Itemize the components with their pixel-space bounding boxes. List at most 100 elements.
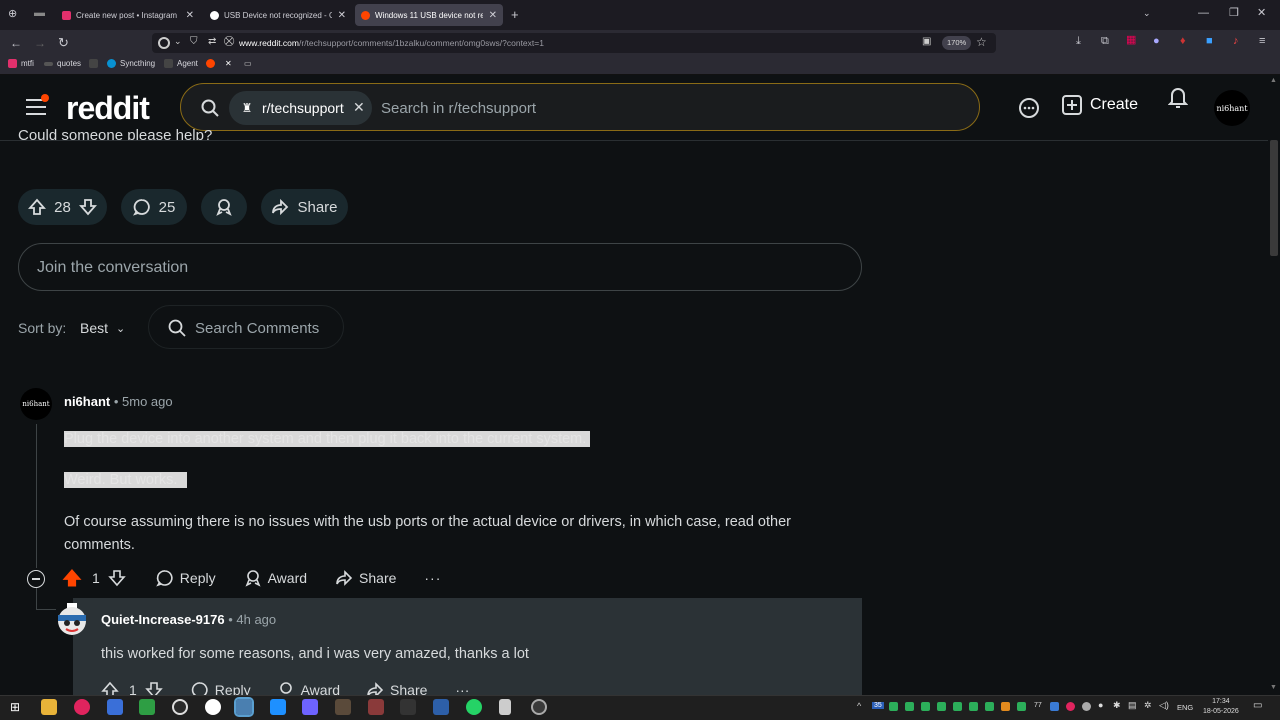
- bookmark-reddit[interactable]: [206, 59, 215, 68]
- bluetooth-icon[interactable]: ✱: [1113, 700, 1121, 711]
- permissions-icon[interactable]: ⇄: [208, 36, 216, 47]
- language-indicator[interactable]: ENG: [1177, 703, 1193, 712]
- upvote-icon[interactable]: [62, 568, 82, 588]
- close-tab-icon[interactable]: ✕: [332, 10, 346, 21]
- minimize-icon[interactable]: —: [1198, 8, 1209, 19]
- app-icon[interactable]: [368, 699, 384, 715]
- comment-avatar[interactable]: [56, 603, 88, 637]
- downvote-icon[interactable]: [108, 569, 126, 587]
- windows-start-icon[interactable]: ⊞: [10, 700, 20, 714]
- upvote-icon[interactable]: [101, 681, 119, 695]
- tray-icon[interactable]: [985, 702, 994, 711]
- app-icon[interactable]: [139, 699, 155, 715]
- firefox-view-icon[interactable]: ⊕: [8, 9, 17, 20]
- downvote-icon[interactable]: [145, 681, 163, 695]
- clock[interactable]: 17:34 18-05-2026: [1203, 697, 1239, 717]
- pinned-tab-icon[interactable]: ▬: [34, 8, 45, 19]
- more-options-icon[interactable]: ···: [455, 682, 469, 695]
- new-tab-icon[interactable]: +: [511, 8, 519, 21]
- maximize-icon[interactable]: ❐: [1229, 8, 1239, 19]
- app-icon[interactable]: [74, 699, 90, 715]
- notifications-icon[interactable]: ▭: [1253, 700, 1262, 711]
- tab-reddit[interactable]: Windows 11 USB device not rec ✕: [355, 4, 503, 26]
- tray-icon[interactable]: [1082, 702, 1091, 711]
- volume-icon[interactable]: ◁): [1159, 700, 1169, 711]
- sort-dropdown[interactable]: Best ⌄: [80, 320, 125, 336]
- extension-icon[interactable]: ●: [1153, 36, 1160, 47]
- remove-chip-icon[interactable]: ✕: [353, 99, 365, 116]
- app-icon[interactable]: [234, 697, 254, 717]
- avatar[interactable]: ni6hant: [1214, 90, 1250, 126]
- extension-icon[interactable]: ♦: [1180, 36, 1186, 47]
- tray-icon[interactable]: [905, 702, 914, 711]
- menu-icon[interactable]: ≡: [1259, 36, 1265, 47]
- extension-icon[interactable]: ♪: [1233, 36, 1239, 47]
- close-window-icon[interactable]: ✕: [1257, 8, 1266, 19]
- bookmark-fp[interactable]: [89, 59, 98, 68]
- share-button[interactable]: Share: [335, 569, 396, 587]
- settings-icon[interactable]: ✲: [1144, 700, 1152, 711]
- tab-instagram[interactable]: Create new post • Instagram ✕: [56, 4, 200, 26]
- shield-icon[interactable]: ⛉: [190, 36, 198, 47]
- award-button[interactable]: Award: [244, 569, 307, 587]
- search-comments-input[interactable]: Search Comments: [148, 305, 344, 349]
- app-icon[interactable]: [400, 699, 416, 715]
- extension-icon[interactable]: ■: [1206, 36, 1213, 47]
- chevron-down-icon[interactable]: ⌄: [174, 36, 182, 47]
- reply-button[interactable]: Reply: [191, 681, 251, 695]
- bookmark-syncthing[interactable]: Syncthing: [107, 59, 155, 68]
- share-button[interactable]: Share: [261, 189, 348, 225]
- app-icon[interactable]: [107, 699, 123, 715]
- tray-icon[interactable]: [1001, 702, 1010, 711]
- network-icon[interactable]: ▤: [1128, 700, 1137, 711]
- scrollbar-thumb[interactable]: [1270, 140, 1278, 256]
- tray-number[interactable]: 77: [1034, 702, 1042, 709]
- downvote-icon[interactable]: [78, 198, 97, 216]
- join-conversation-input[interactable]: Join the conversation: [18, 243, 862, 291]
- more-options-icon[interactable]: ···: [424, 570, 441, 586]
- list-tabs-icon[interactable]: ⌄: [1143, 9, 1151, 18]
- reload-icon[interactable]: ↻: [58, 36, 69, 49]
- bookmark-agent[interactable]: Agent: [164, 59, 198, 68]
- downloads-icon[interactable]: ⤓: [1076, 36, 1081, 47]
- app-icon[interactable]: [499, 699, 511, 715]
- bookmark-mtfi[interactable]: mtfi: [8, 59, 34, 68]
- award-button[interactable]: Award: [277, 681, 340, 695]
- bookmark-x[interactable]: ✕: [225, 59, 232, 68]
- comment-author[interactable]: Quiet-Increase-9176: [101, 612, 225, 627]
- reader-view-icon[interactable]: ▣: [922, 36, 931, 47]
- hamburger-menu-icon[interactable]: [26, 94, 49, 115]
- tray-icon[interactable]: [953, 702, 962, 711]
- extension-badge-icon[interactable]: ▦: [1126, 35, 1136, 46]
- tray-icon[interactable]: [1050, 702, 1059, 711]
- zoom-level[interactable]: 170%: [942, 36, 972, 50]
- tray-icon[interactable]: [937, 702, 946, 711]
- google-search-icon[interactable]: [158, 37, 170, 49]
- url-text[interactable]: www.reddit.com/r/techsupport/comments/1b…: [239, 38, 544, 48]
- close-tab-icon[interactable]: ✕: [180, 10, 194, 21]
- tray-icon[interactable]: [1017, 702, 1026, 711]
- chat-icon[interactable]: [1018, 97, 1040, 119]
- tray-icon[interactable]: [1066, 702, 1075, 711]
- comment-avatar[interactable]: ni6hant: [20, 388, 52, 420]
- tray-expand-icon[interactable]: ^: [857, 701, 861, 711]
- scroll-down-icon[interactable]: ▼: [1270, 684, 1277, 691]
- comment-author[interactable]: ni6hant: [64, 394, 110, 409]
- tab-google[interactable]: USB Device not recognized - Go ✕: [204, 4, 352, 26]
- forward-icon[interactable]: →: [34, 37, 46, 49]
- bookmark-quotes[interactable]: quotes: [44, 59, 81, 68]
- tray-badge[interactable]: 35: [872, 702, 884, 709]
- file-explorer-icon[interactable]: [41, 699, 57, 715]
- extensions-icon[interactable]: ⧉: [1101, 36, 1109, 47]
- collapse-thread-icon[interactable]: [27, 570, 45, 588]
- app-icon[interactable]: [335, 699, 351, 715]
- reply-button[interactable]: Reply: [155, 569, 216, 587]
- reddit-logo[interactable]: reddit: [66, 90, 150, 127]
- tray-icon[interactable]: [969, 702, 978, 711]
- tray-icon[interactable]: [889, 702, 898, 711]
- microphone-icon[interactable]: ●: [1098, 700, 1103, 710]
- tray-icon[interactable]: [921, 702, 930, 711]
- app-icon[interactable]: [205, 699, 221, 715]
- whatsapp-icon[interactable]: [466, 699, 482, 715]
- upvote-icon[interactable]: [28, 198, 47, 216]
